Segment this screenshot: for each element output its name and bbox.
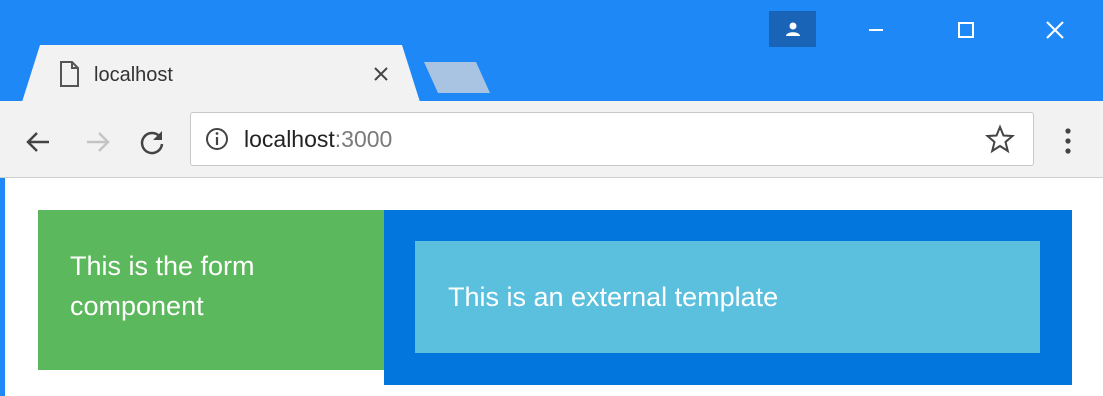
back-button[interactable] [20,124,56,160]
profile-button[interactable] [769,11,816,47]
minimize-icon [869,29,883,31]
close-window-button[interactable] [1025,10,1085,50]
minimize-button[interactable] [846,10,906,50]
tab-title: localhost [94,64,173,86]
reload-icon [140,131,164,155]
forward-icon [87,132,110,152]
url-host: localhost [244,126,335,152]
close-window-icon [1046,21,1064,39]
maximize-icon [958,22,974,38]
close-tab-icon [374,67,388,81]
reload-button[interactable] [134,124,170,160]
profile-icon [785,22,800,36]
info-icon[interactable] [205,127,229,151]
forward-button[interactable] [80,124,116,160]
form-component-text: This is the form component [70,251,255,321]
address-url[interactable]: localhost:3000 [244,126,392,152]
back-icon [26,132,49,152]
maximize-button[interactable] [936,10,996,50]
star-icon[interactable] [985,124,1015,154]
page-icon [60,61,79,87]
url-port: :3000 [334,126,393,152]
external-template-text: This is an external template [448,282,779,312]
menu-icon[interactable] [1058,124,1078,158]
close-tab-button[interactable] [365,58,397,90]
